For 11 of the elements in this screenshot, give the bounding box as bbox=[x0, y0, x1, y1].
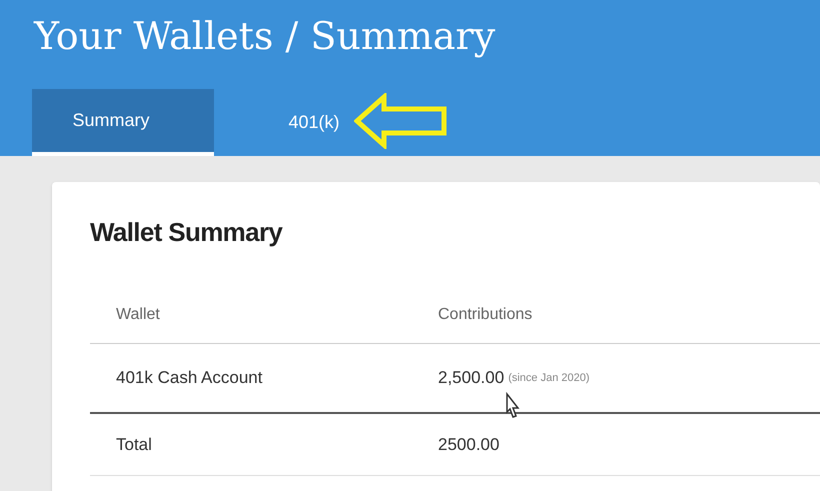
tab[interactable]: Summary bbox=[32, 89, 214, 156]
table-cell-text: 2,500.00 bbox=[438, 367, 504, 390]
table-cell: 401k Cash Account bbox=[116, 368, 262, 388]
page-title: Your Wallets / Summary bbox=[32, 13, 496, 60]
card-title: Wallet Summary bbox=[90, 216, 284, 249]
column-header: Wallet bbox=[116, 306, 160, 322]
table-cell: Total bbox=[116, 434, 152, 454]
tab[interactable]: 401(k) bbox=[214, 89, 394, 156]
column-header: Contributions bbox=[438, 306, 532, 322]
note-text: (since Jan 2020) bbox=[508, 370, 590, 386]
table-cell-text: 2500.00 bbox=[438, 434, 500, 456]
